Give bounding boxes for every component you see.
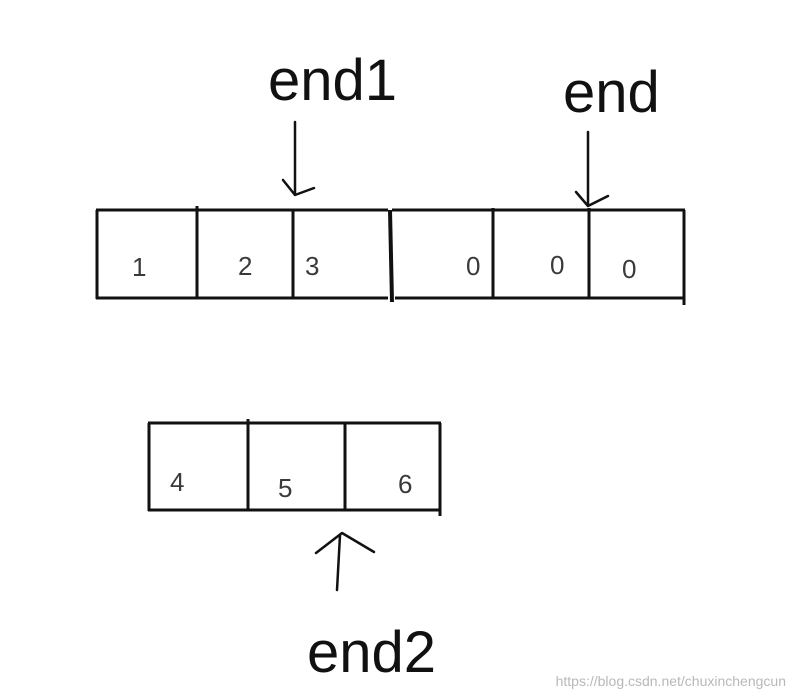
arrow-end (574, 130, 610, 208)
array-a-cell-4: 0 (466, 251, 480, 281)
array-a-cell-6: 0 (622, 254, 636, 284)
array-b-cell-2: 5 (278, 473, 292, 503)
label-end2: end2 (307, 620, 436, 685)
array-a-cell-2: 2 (238, 251, 252, 281)
array-a: 1 2 3 0 0 0 (95, 206, 686, 305)
array-a-cell-5: 0 (550, 250, 564, 280)
array-b: 4 5 6 (147, 419, 442, 516)
label-end: end (563, 60, 660, 125)
array-b-cell-1: 4 (170, 467, 184, 497)
label-end1: end1 (268, 48, 397, 113)
array-a-cell-1: 1 (132, 252, 146, 282)
array-a-cell-3: 3 (305, 251, 319, 281)
diagram-canvas: end1 end 1 2 3 0 0 0 4 5 6 end2 (95, 48, 686, 685)
watermark-text: https://blog.csdn.net/chuxinchengcun (555, 673, 786, 689)
arrow-end1 (281, 120, 316, 197)
array-b-cell-3: 6 (398, 469, 412, 499)
arrow-end2 (314, 531, 376, 592)
